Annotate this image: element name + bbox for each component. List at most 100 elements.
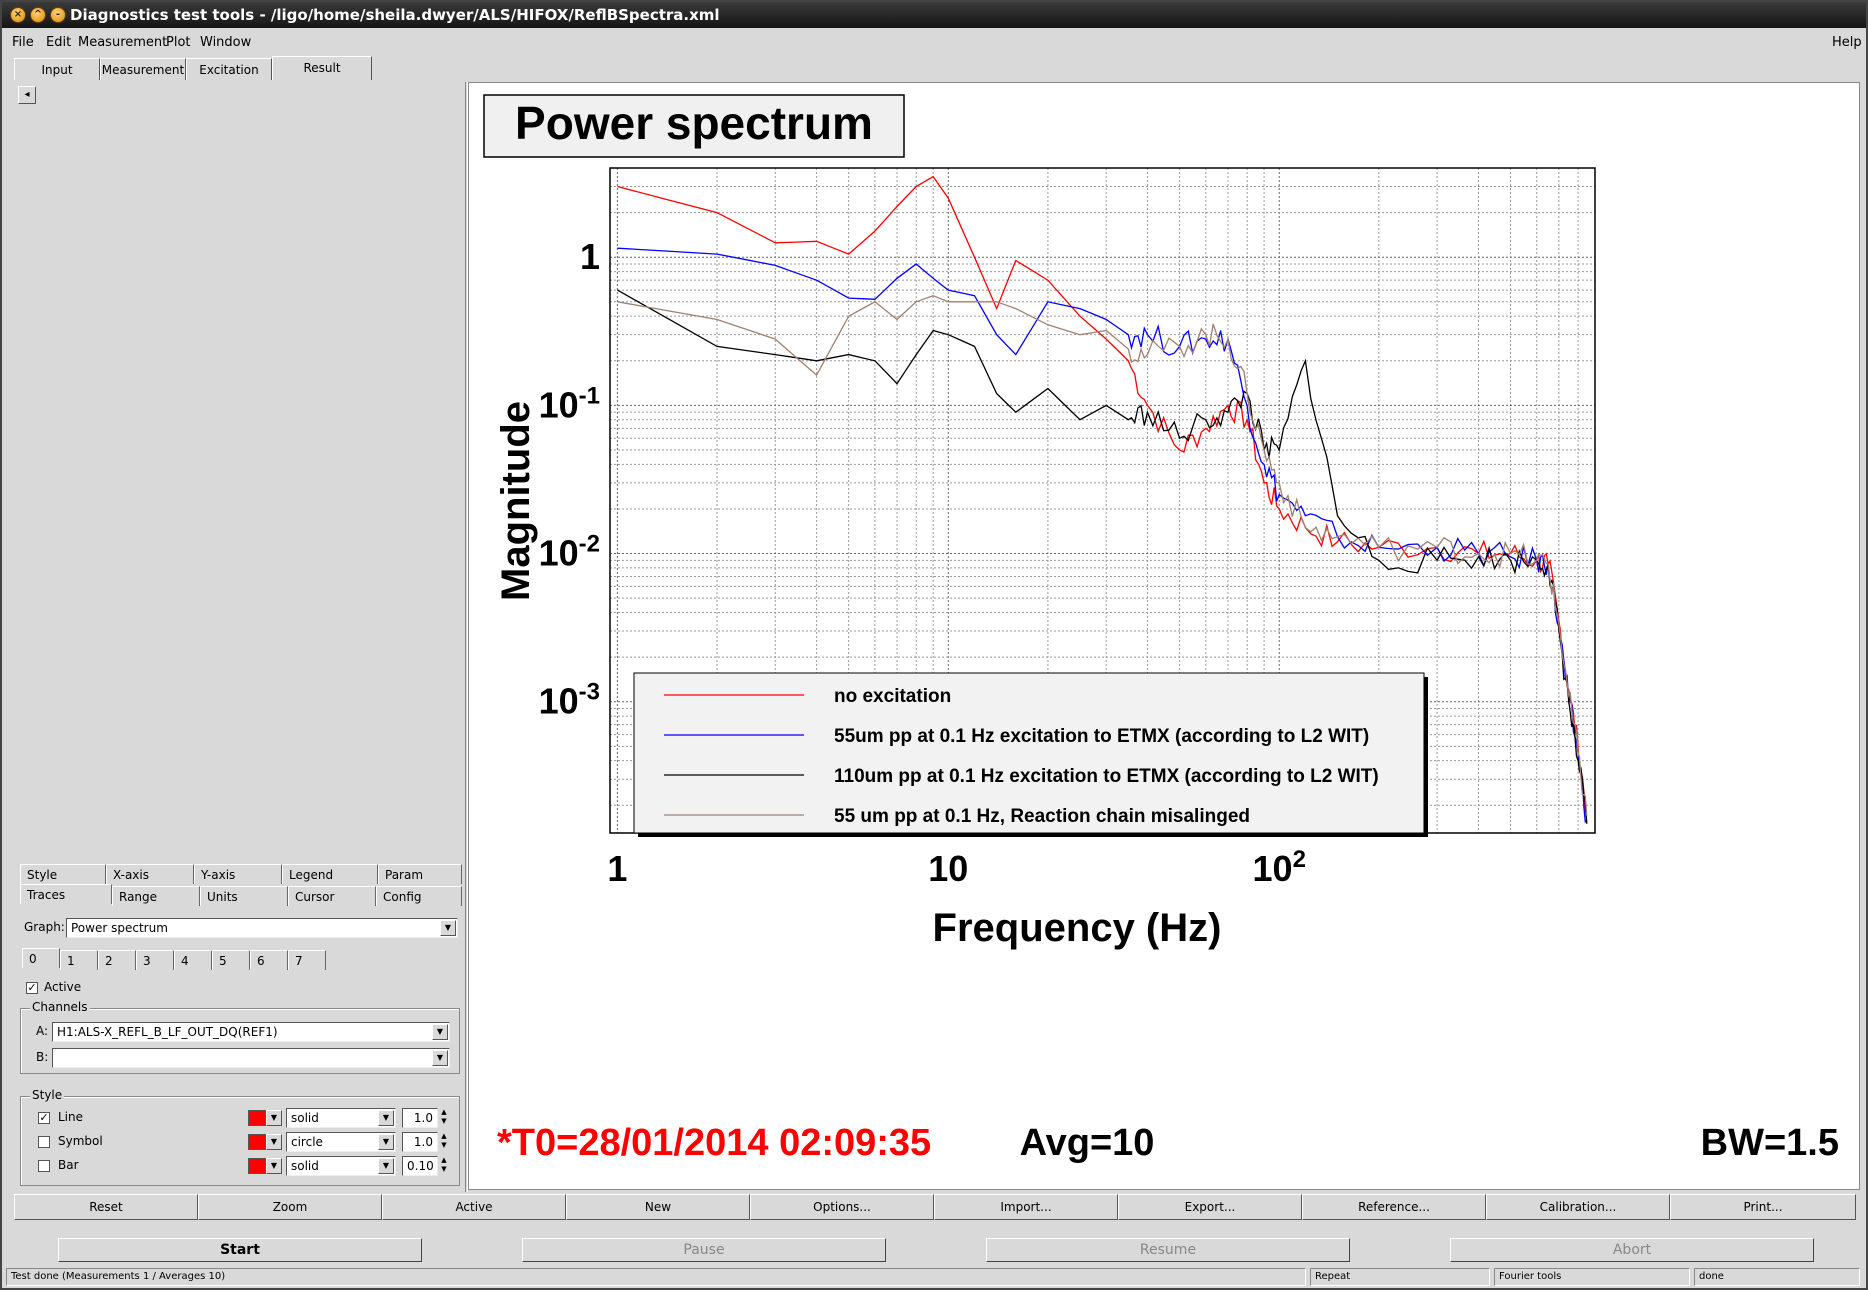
tab-range[interactable]: Range xyxy=(112,886,200,906)
tab-param[interactable]: Param xyxy=(378,864,462,884)
print-button[interactable]: Print... xyxy=(1670,1194,1856,1220)
status-tools: Fourier tools xyxy=(1494,1268,1690,1286)
trace-tab-7[interactable]: 7 xyxy=(288,950,326,970)
options-button[interactable]: Options... xyxy=(750,1194,934,1220)
chevron-down-icon[interactable]: ▼ xyxy=(440,920,456,936)
tab-config[interactable]: Config xyxy=(376,886,462,906)
active-checkbox[interactable]: ✓ xyxy=(26,982,38,994)
trace-tab-3[interactable]: 3 xyxy=(136,950,174,970)
t0-label: *T0=28/01/2014 02:09:35 xyxy=(497,1122,931,1164)
menu-edit[interactable]: Edit xyxy=(46,30,71,56)
chevron-down-icon[interactable]: ▼ xyxy=(432,1024,448,1040)
tab-y-axis[interactable]: Y-axis xyxy=(194,864,282,884)
menu-plot[interactable]: Plot xyxy=(166,30,191,56)
trace-tab-0[interactable]: 0 xyxy=(22,948,60,968)
tab-units[interactable]: Units xyxy=(200,886,288,906)
graph-select-value: Power spectrum xyxy=(71,921,168,935)
trace-tab-4[interactable]: 4 xyxy=(174,950,212,970)
active-label: Active xyxy=(44,980,82,994)
calibration-button[interactable]: Calibration... xyxy=(1486,1194,1670,1220)
bar-checkbox[interactable] xyxy=(38,1160,50,1172)
plot-canvas[interactable]: Power spectrum 1 10 102 1 10-1 10-2 10-3 Frequ… xyxy=(469,83,1861,1191)
symbol-color-swatch[interactable] xyxy=(248,1134,266,1150)
x-tick-label: 10 xyxy=(928,848,968,889)
line-style-value: solid xyxy=(291,1111,319,1125)
bar-style-value: solid xyxy=(291,1159,319,1173)
tab-legend[interactable]: Legend xyxy=(282,864,378,884)
plot-button-row: Reset Zoom Active New Options... Import.… xyxy=(14,1194,1858,1222)
tab-traces[interactable]: Traces xyxy=(20,884,112,904)
legend[interactable]: no excitation 55um pp at 0.1 Hz excitatio… xyxy=(633,672,1428,837)
app-window: × ^ - Diagnostics test tools - /ligo/hom… xyxy=(0,0,1868,1290)
tab-excitation[interactable]: Excitation xyxy=(186,58,272,80)
tab-result[interactable]: Result xyxy=(272,56,372,80)
window-title: Diagnostics test tools - /ligo/home/shei… xyxy=(70,6,720,24)
trace-tab-1[interactable]: 1 xyxy=(60,950,98,970)
tab-cursor[interactable]: Cursor xyxy=(288,886,376,906)
symbol-size-input[interactable]: 1.0 xyxy=(402,1132,438,1152)
reference-button[interactable]: Reference... xyxy=(1302,1194,1486,1220)
line-color-swatch[interactable] xyxy=(248,1110,266,1126)
tab-x-axis[interactable]: X-axis xyxy=(106,864,194,884)
start-button[interactable]: Start xyxy=(58,1238,422,1262)
line-width-stepper[interactable]: ▲ ▼ xyxy=(438,1108,450,1128)
chevron-down-icon[interactable]: ▼ xyxy=(266,1158,282,1174)
trace-tab-6[interactable]: 6 xyxy=(250,950,288,970)
menu-window[interactable]: Window xyxy=(200,30,251,56)
line-style-select[interactable]: solid ▼ xyxy=(286,1108,396,1128)
reset-button[interactable]: Reset xyxy=(14,1194,198,1220)
options-panel: Style X-axis Y-axis Legend Param Traces … xyxy=(18,864,466,1192)
line-checkbox[interactable]: ✓ xyxy=(38,1112,50,1124)
graph-select[interactable]: Power spectrum ▼ xyxy=(66,918,458,938)
active-button[interactable]: Active xyxy=(382,1194,566,1220)
menu-bar: File Edit Measurement Plot Window Help xyxy=(2,30,1866,56)
symbol-label: Symbol xyxy=(58,1134,103,1148)
graph-label: Graph: xyxy=(24,920,65,934)
status-bar: Test done (Measurements 1 / Averages 10)… xyxy=(6,1268,1864,1286)
main-tabs: Input Measurement Excitation Result xyxy=(14,56,474,82)
bar-label: Bar xyxy=(58,1158,79,1172)
status-repeat: Repeat xyxy=(1310,1268,1490,1286)
new-button[interactable]: New xyxy=(566,1194,750,1220)
export-button[interactable]: Export... xyxy=(1118,1194,1302,1220)
line-width-input[interactable]: 1.0 xyxy=(402,1108,438,1128)
bar-width-input[interactable]: 0.10 xyxy=(402,1156,438,1176)
bar-color-swatch[interactable] xyxy=(248,1158,266,1174)
chevron-down-icon[interactable]: ▼ xyxy=(266,1110,282,1126)
channel-a-select[interactable]: H1:ALS-X_REFL_B_LF_OUT_DQ(REF1) ▼ xyxy=(52,1022,450,1042)
chevron-down-icon[interactable]: ▼ xyxy=(432,1050,448,1066)
chevron-down-icon[interactable]: ▼ xyxy=(378,1158,394,1174)
pause-button[interactable]: Pause xyxy=(522,1238,886,1262)
symbol-checkbox[interactable] xyxy=(38,1136,50,1148)
bar-style-select[interactable]: solid ▼ xyxy=(286,1156,396,1176)
trace-tab-5[interactable]: 5 xyxy=(212,950,250,970)
x-axis-label: Frequency (Hz) xyxy=(933,906,1222,950)
channel-b-select[interactable]: ▼ xyxy=(52,1048,450,1068)
symbol-style-select[interactable]: circle ▼ xyxy=(286,1132,396,1152)
minimize-icon[interactable]: - xyxy=(50,7,66,23)
y-tick-label: 1 xyxy=(580,236,600,277)
trace-tab-2[interactable]: 2 xyxy=(98,950,136,970)
menu-help[interactable]: Help xyxy=(1832,30,1862,56)
chevron-down-icon[interactable]: ▼ xyxy=(378,1110,394,1126)
zoom-button[interactable]: Zoom xyxy=(198,1194,382,1220)
menu-measurement[interactable]: Measurement xyxy=(78,30,167,56)
import-button[interactable]: Import... xyxy=(934,1194,1118,1220)
close-icon[interactable]: × xyxy=(10,7,26,23)
symbol-size-stepper[interactable]: ▲ ▼ xyxy=(438,1132,450,1152)
bw-label: BW=1.5 xyxy=(1701,1122,1839,1164)
legend-entry: 55 um pp at 0.1 Hz, Reaction chain misal… xyxy=(834,806,1250,827)
bar-width-stepper[interactable]: ▲ ▼ xyxy=(438,1156,450,1176)
tab-style[interactable]: Style xyxy=(20,864,106,884)
chevron-down-icon[interactable]: ▼ xyxy=(378,1134,394,1150)
chevron-down-icon[interactable]: ▼ xyxy=(266,1134,282,1150)
abort-button[interactable]: Abort xyxy=(1450,1238,1814,1262)
menu-file[interactable]: File xyxy=(12,30,34,56)
avg-label: Avg=10 xyxy=(1020,1122,1155,1164)
status-message: Test done (Measurements 1 / Averages 10) xyxy=(6,1268,1306,1286)
collapse-left-icon[interactable]: ◂ xyxy=(18,86,36,104)
maximize-icon[interactable]: ^ xyxy=(30,7,46,23)
tab-input[interactable]: Input xyxy=(14,58,100,80)
tab-measurement[interactable]: Measurement xyxy=(100,58,186,80)
resume-button[interactable]: Resume xyxy=(986,1238,1350,1262)
